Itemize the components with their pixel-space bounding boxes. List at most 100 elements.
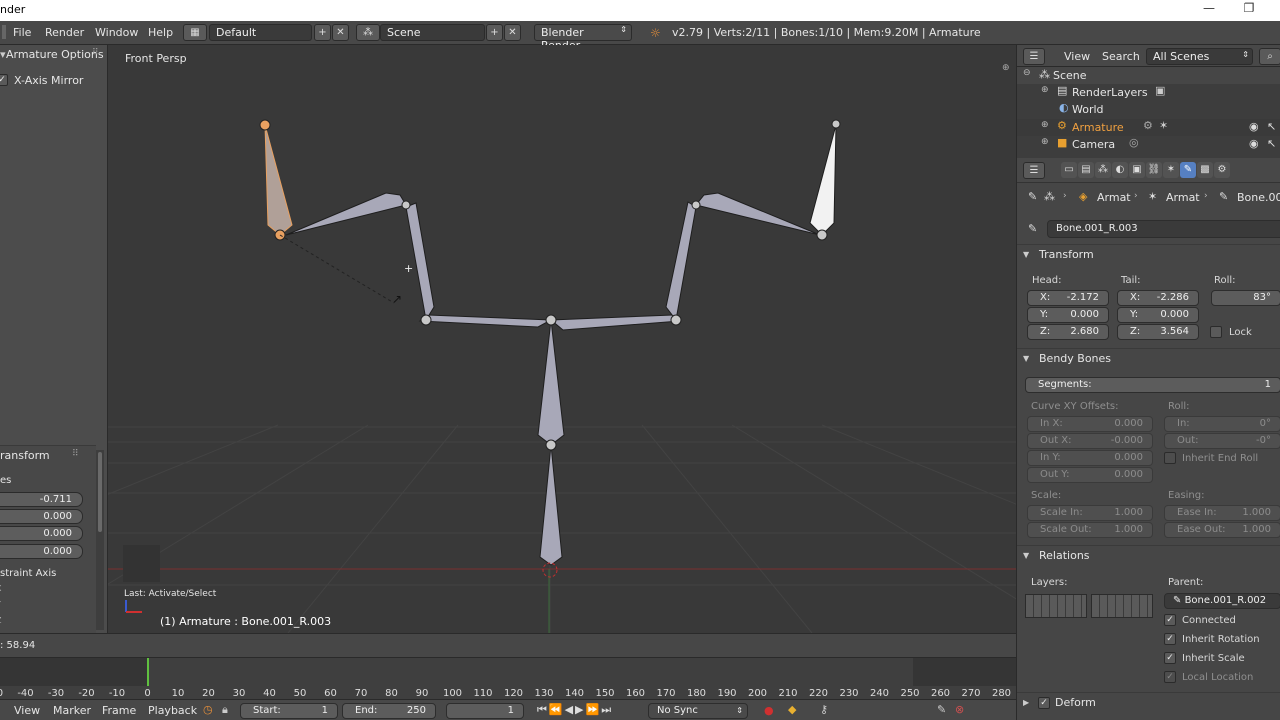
screen-layout-icon[interactable]: ▦ (183, 24, 207, 41)
outliner-menu-search[interactable]: Search (1102, 50, 1140, 63)
head-z-field[interactable]: Z: 2.680 (1027, 324, 1109, 340)
remove-scene-button[interactable]: ✕ (504, 24, 521, 41)
value-x-field[interactable]: -0.711 (0, 492, 83, 507)
end-frame-field[interactable]: End: 250 (342, 703, 436, 719)
value-y-field[interactable]: 0.000 (0, 509, 83, 524)
outliner-item-camera[interactable]: ⊕ ■ Camera ◎ ◉ ↖ (1017, 136, 1280, 153)
bone-layers-grid-1[interactable] (1025, 594, 1087, 618)
connected-checkbox[interactable]: ✓ (1164, 614, 1176, 626)
start-frame-field[interactable]: Start: 1 (240, 703, 338, 719)
transform-header[interactable]: ransform (0, 449, 50, 462)
editor-type-icon[interactable]: ☰ (1023, 162, 1045, 179)
breadcrumb-bone[interactable]: Bone.001 (1237, 191, 1280, 204)
search-icon[interactable]: ⌕ (1259, 48, 1280, 65)
head-x-field[interactable]: X: -2.172 (1027, 290, 1109, 306)
visibility-eye-icon[interactable]: ◉ (1249, 120, 1259, 133)
in-y-field[interactable]: In Y: 0.000 (1027, 450, 1153, 466)
tail-x-field[interactable]: X: -2.286 (1117, 290, 1199, 306)
roll-out-field[interactable]: Out: -0° (1164, 433, 1280, 449)
scale-in-field[interactable]: Scale In: 1.000 (1027, 505, 1153, 521)
roll-in-field[interactable]: In: 0° (1164, 416, 1280, 432)
deform-checkbox[interactable]: ✓ (1038, 697, 1050, 709)
armature-options-header[interactable]: Armature Options (6, 48, 104, 61)
select-arrow-icon[interactable]: ↖ (1267, 120, 1276, 133)
sync-select[interactable]: No Sync ⇕ (648, 703, 748, 719)
current-frame-line[interactable] (147, 658, 149, 686)
maximize-button[interactable]: ❐ (1234, 1, 1264, 19)
constraint-y-label[interactable]: Y (0, 600, 1, 609)
timeline-menu-view[interactable]: View (14, 704, 40, 717)
drag-handle-icon[interactable]: ⠿ (92, 48, 99, 58)
inherit-end-roll-checkbox[interactable] (1164, 452, 1176, 464)
x-axis-mirror-checkbox[interactable]: ✓ (0, 74, 8, 86)
ease-out-field[interactable]: Ease Out: 1.000 (1164, 522, 1280, 538)
keying-set-icon[interactable]: ⚷ (820, 703, 828, 716)
add-layout-button[interactable]: + (314, 24, 331, 41)
parent-field[interactable]: ✎ Bone.001_R.002 (1164, 593, 1280, 609)
render-engine-select[interactable]: Blender Render ⇕ (534, 24, 632, 52)
bone-layers-grid-2[interactable] (1091, 594, 1153, 618)
pin-icon[interactable]: ✎ (1028, 190, 1037, 203)
world-tab-icon[interactable]: ◐ (1112, 162, 1128, 178)
inherit-scale-checkbox[interactable]: ✓ (1164, 652, 1176, 664)
scene-field[interactable]: Scene (380, 24, 485, 41)
render-tab-icon[interactable]: ▭ (1061, 162, 1077, 178)
record-clock-icon[interactable]: ◷ (203, 703, 213, 716)
menu-help[interactable]: Help (148, 26, 173, 39)
bendy-bones-panel-header[interactable]: ▼ Bendy Bones (1017, 348, 1280, 368)
corner-plus-icon[interactable]: ⊕ (1002, 63, 1010, 73)
outliner-item-armature[interactable]: ⊕ ⚙ Armature ⚙ ✶ ◉ ↖ (1017, 119, 1280, 136)
constraint-x-label[interactable]: X (0, 584, 1, 593)
timeline-menu-playback[interactable]: Playback (148, 704, 197, 717)
segments-field[interactable]: Segments: 1 (1025, 377, 1280, 393)
minimize-button[interactable]: — (1194, 1, 1224, 19)
bone-constraint-tab-icon[interactable]: ⚙ (1214, 162, 1230, 178)
outliner-item-renderlayers[interactable]: ⊕ ▤ RenderLayers ▣ (1017, 84, 1280, 101)
expand-icon[interactable]: ⊖ (1023, 68, 1031, 78)
bone-arm-l-3[interactable] (285, 192, 407, 236)
menu-window[interactable]: Window (95, 26, 138, 39)
bone-arm-l-1[interactable] (418, 314, 553, 328)
roll-field[interactable]: 83° (1211, 290, 1280, 306)
timeline-menu-marker[interactable]: Marker (53, 704, 91, 717)
display-mode-select[interactable]: All Scenes ⇕ (1146, 48, 1253, 65)
bone-hand-r[interactable] (809, 124, 837, 236)
transform-panel-header[interactable]: ▼ Transform (1017, 244, 1280, 264)
expand-icon[interactable]: ⊕ (1041, 120, 1049, 130)
viewport-canvas[interactable]: ↗ + (108, 45, 1016, 633)
3d-viewport[interactable]: Front Persp ↗ + Last: Activate/Select (1… (108, 45, 1016, 633)
outliner-item-scene[interactable]: ⊖ ⁂ Scene (1017, 67, 1280, 84)
menu-render[interactable]: Render (45, 26, 84, 39)
value-z-field[interactable]: 0.000 (0, 526, 83, 541)
keyframe-icon[interactable]: ◆ (788, 703, 796, 716)
relations-panel-header[interactable]: ▼ Relations (1017, 545, 1280, 565)
object-tab-icon[interactable]: ▣ (1129, 162, 1145, 178)
lock-checkbox[interactable] (1210, 326, 1222, 338)
expand-icon[interactable]: ⊕ (1041, 85, 1049, 95)
remove-layout-button[interactable]: ✕ (332, 24, 349, 41)
bone-name-field[interactable]: Bone.001_R.003 (1047, 220, 1280, 238)
constraint-z-label[interactable]: Z (0, 616, 1, 625)
editor-type-icon[interactable]: ☰ (1023, 48, 1045, 65)
renderlayer-toggle-icon[interactable]: ▣ (1155, 84, 1165, 97)
out-y-field[interactable]: Out Y: 0.000 (1027, 467, 1153, 483)
pose-icon[interactable]: ✶ (1159, 119, 1168, 132)
layout-field[interactable]: Default (209, 24, 312, 41)
out-x-field[interactable]: Out X: -0.000 (1027, 433, 1153, 449)
constraints-tab-icon[interactable]: ⛓ (1146, 162, 1162, 178)
bone-arm-r-1[interactable] (549, 314, 682, 331)
shelf-scrollbar[interactable] (96, 450, 104, 630)
armature-data-tab-icon[interactable]: ✶ (1163, 162, 1179, 178)
tail-y-field[interactable]: Y: 0.000 (1117, 307, 1199, 323)
bone-spine-upper[interactable] (537, 319, 565, 446)
playback-controls[interactable]: ⏮⏪◀▶⏩⏭ (537, 703, 613, 717)
breadcrumb-object[interactable]: Armat (1097, 191, 1131, 204)
timeline[interactable]: -50 -40 -30 -20 -10 0 10 20 30 40 50 60 70 80 90 100 110… (0, 657, 1016, 699)
outliner-menu-view[interactable]: View (1064, 50, 1090, 63)
render-layers-tab-icon[interactable]: ▤ (1078, 162, 1094, 178)
bone-tab-icon[interactable]: ✎ (1180, 162, 1196, 178)
inherit-rotation-checkbox[interactable]: ✓ (1164, 633, 1176, 645)
bone-arm-r-2[interactable] (665, 201, 697, 322)
collapse-triangle-icon[interactable]: ▾ (0, 48, 6, 61)
scene-tab-icon[interactable]: ⁂ (1095, 162, 1111, 178)
